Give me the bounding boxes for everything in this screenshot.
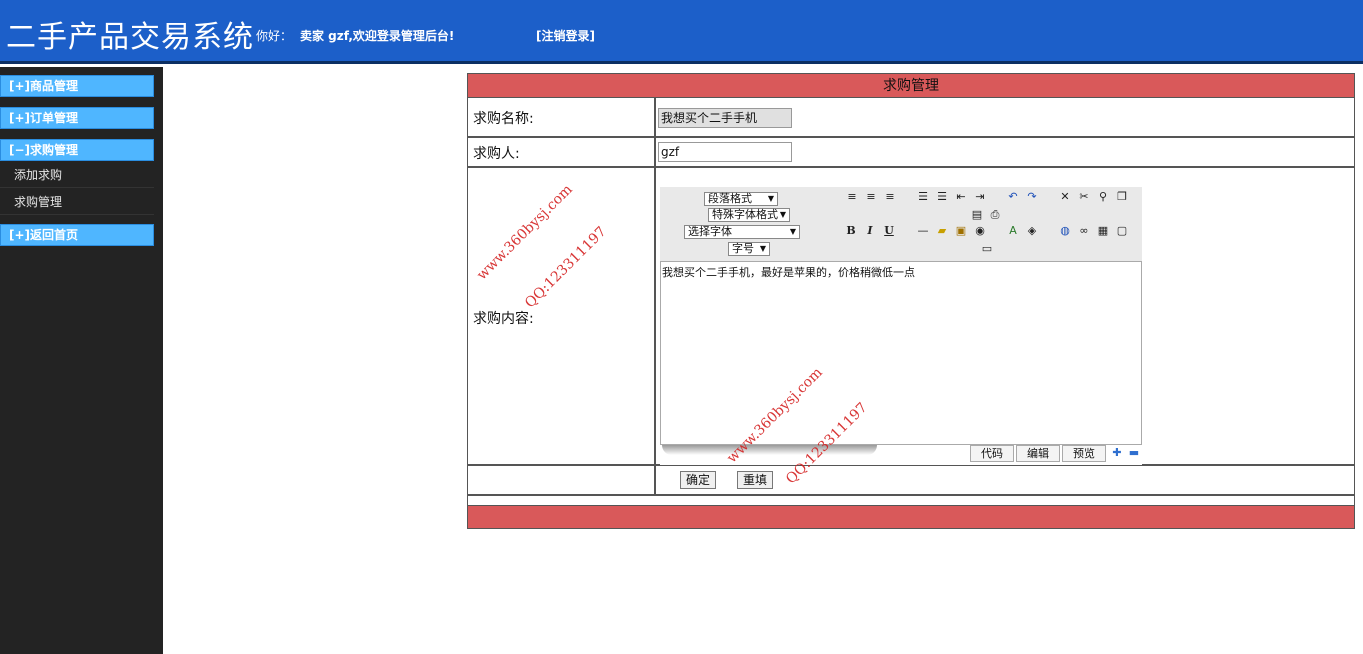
sidebar-item-add-purchase[interactable]: 添加求购 — [0, 162, 154, 188]
delete-icon[interactable]: ✕ — [1058, 190, 1072, 204]
sidebar-item-purchase-management[interactable]: 求购管理 — [0, 189, 154, 215]
cut-icon[interactable]: ✂ — [1077, 190, 1091, 204]
bold-icon[interactable]: B — [844, 224, 858, 238]
image-icon[interactable]: ▣ — [954, 224, 968, 238]
welcome-text: 卖家 gzf,欢迎登录管理后台! — [300, 29, 455, 43]
template-icon[interactable]: ▢ — [1115, 224, 1129, 238]
table-icon[interactable]: ▦ — [1096, 224, 1110, 238]
align-left-icon[interactable]: ≡ — [845, 190, 859, 204]
font-color-icon[interactable]: A — [1006, 224, 1020, 238]
tab-code[interactable]: 代码 — [970, 445, 1014, 462]
purchase-name-input[interactable]: 我想买个二手手机 — [658, 108, 792, 128]
link-icon[interactable]: ∞ — [1077, 224, 1091, 238]
person-label: 求购人: — [473, 146, 520, 162]
expand-icon[interactable]: ✚ — [1110, 446, 1124, 460]
editor-content-area[interactable]: 我想买个二手手机，最好是苹果的，价格稍微低一点 — [660, 261, 1142, 445]
purchase-form-panel: 求购管理 求购名称: 我想买个二手手机 求购人: gzf 求购内容: 段落格式 ▼… — [467, 73, 1355, 529]
tab-preview[interactable]: 预览 — [1062, 445, 1106, 462]
paste-icon[interactable]: ▤ — [970, 208, 984, 222]
purchaser-input[interactable]: gzf — [658, 142, 792, 162]
align-right-icon[interactable]: ≡ — [883, 190, 897, 204]
chevron-down-icon: ▼ — [759, 244, 766, 253]
web-icon[interactable]: ◍ — [1058, 224, 1072, 238]
indent-icon[interactable]: ⇥ — [973, 190, 987, 204]
app-title: 二手产品交易系统 — [6, 20, 254, 55]
paragraph-format-label: 段落格式 — [708, 192, 752, 205]
media-icon[interactable]: ◉ — [973, 224, 987, 238]
sidebar: [+]商品管理 [+]订单管理 [−]求购管理 添加求购 求购管理 [+]返回首… — [0, 67, 163, 654]
chevron-down-icon: ▼ — [767, 194, 774, 203]
special-font-select[interactable]: 特殊字体格式 ▼ — [708, 208, 790, 222]
confirm-button[interactable]: 确定 — [680, 471, 716, 489]
chevron-down-icon: ▼ — [789, 227, 796, 236]
menu-purchase-management[interactable]: [−]求购管理 — [0, 139, 154, 161]
reset-button[interactable]: 重填 — [737, 471, 773, 489]
chevron-down-icon: ▼ — [779, 210, 786, 219]
copy-icon[interactable]: ❐ — [1115, 190, 1129, 204]
top-header: 二手产品交易系统 你好： 卖家 gzf,欢迎登录管理后台! [注销登录] — [0, 0, 1363, 64]
divider — [468, 166, 1354, 168]
paragraph-format-select[interactable]: 段落格式 ▼ — [704, 192, 778, 206]
content-label: 求购内容: — [473, 311, 534, 327]
column-divider — [654, 98, 656, 496]
menu-back-home[interactable]: [+]返回首页 — [0, 224, 154, 246]
divider — [468, 136, 1354, 138]
find-icon[interactable]: ⚲ — [1096, 190, 1110, 204]
outdent-icon[interactable]: ⇤ — [954, 190, 968, 204]
divider — [468, 494, 1354, 496]
bullet-list-icon[interactable]: ☰ — [916, 190, 930, 204]
numbered-list-icon[interactable]: ☰ — [935, 190, 949, 204]
font-family-label: 选择字体 — [688, 225, 732, 238]
font-family-select[interactable]: 选择字体 ▼ — [684, 225, 800, 239]
undo-icon[interactable]: ↶ — [1006, 190, 1020, 204]
highlight-icon[interactable]: ◈ — [1025, 224, 1039, 238]
special-char-icon[interactable]: ▭ — [980, 242, 994, 256]
menu-goods-management[interactable]: [+]商品管理 — [0, 75, 154, 97]
font-size-select[interactable]: 字号 ▼ — [728, 242, 770, 256]
panel-title: 求购管理 — [468, 74, 1354, 98]
special-font-label: 特殊字体格式 — [712, 208, 778, 221]
italic-icon[interactable]: I — [863, 224, 877, 238]
greeting-text: 你好： — [256, 29, 293, 43]
align-center-icon[interactable]: ≡ — [864, 190, 878, 204]
tab-edit[interactable]: 编辑 — [1016, 445, 1060, 462]
redo-icon[interactable]: ↷ — [1025, 190, 1039, 204]
horizontal-rule-icon[interactable]: — — [916, 224, 930, 238]
menu-order-management[interactable]: [+]订单管理 — [0, 107, 154, 129]
underline-icon[interactable]: U — [882, 224, 896, 238]
logout-link[interactable]: [注销登录] — [536, 27, 595, 44]
print-icon[interactable]: ⎙ — [988, 208, 1002, 222]
name-label: 求购名称: — [473, 111, 534, 127]
panel-footer — [468, 505, 1354, 528]
collapse-icon[interactable]: ▬ — [1127, 446, 1141, 460]
editor-toolbar: 段落格式 ▼ 特殊字体格式 ▼ 选择字体 ▼ 字号 ▼ ≡ ≡ ≡ ☰ ☰ ⇤ ⇥ ↶ … — [660, 187, 1142, 261]
rich-text-editor: 段落格式 ▼ 特殊字体格式 ▼ 选择字体 ▼ 字号 ▼ ≡ ≡ ≡ ☰ ☰ ⇤ ⇥ ↶ … — [660, 187, 1142, 465]
font-size-label: 字号 — [732, 242, 754, 255]
folder-icon[interactable]: ▰ — [935, 224, 949, 238]
